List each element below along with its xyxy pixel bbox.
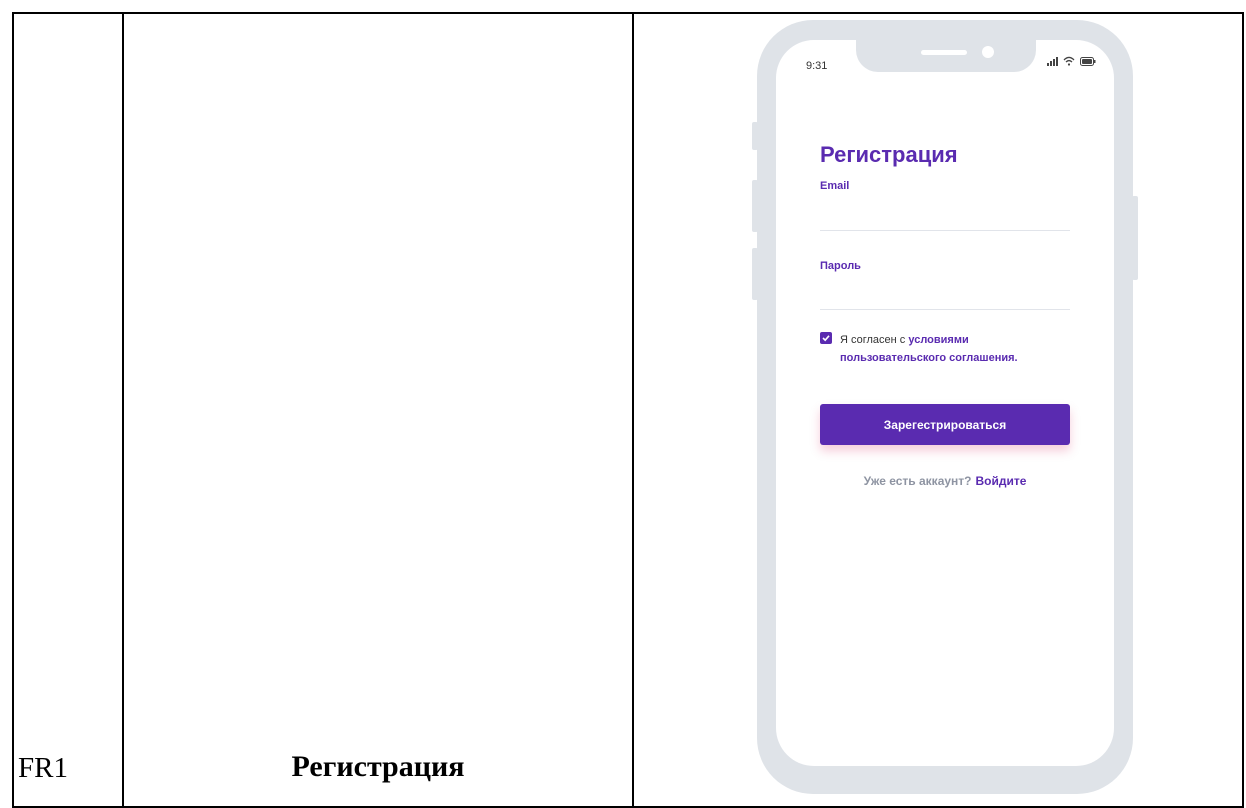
- login-prompt-row: Уже есть аккаунт? Войдите: [776, 474, 1114, 488]
- email-field[interactable]: [820, 206, 1070, 231]
- wifi-icon: [1063, 56, 1075, 66]
- table-border-top: [12, 12, 1244, 14]
- status-icons: [1047, 56, 1096, 66]
- agree-checkbox[interactable]: [820, 332, 832, 344]
- table-divider-2: [632, 12, 634, 808]
- agree-text: Я согласен с условиями пользовательского…: [840, 331, 1070, 367]
- login-link[interactable]: Войдите: [976, 474, 1027, 488]
- camera-icon: [982, 46, 994, 58]
- checkmark-icon: [822, 335, 830, 342]
- requirement-name: Регистрация: [291, 750, 465, 783]
- speaker-grille: [921, 50, 967, 55]
- battery-icon: [1080, 57, 1096, 66]
- email-label: Email: [820, 180, 850, 192]
- table-divider-1: [122, 12, 124, 808]
- status-time: 9:31: [806, 60, 828, 72]
- register-button[interactable]: Зарегестрироваться: [820, 404, 1070, 445]
- password-field[interactable]: [820, 285, 1070, 310]
- password-label: Пароль: [820, 260, 861, 272]
- table-border-left: [12, 12, 14, 808]
- phone-notch: [856, 40, 1036, 72]
- table-border-right: [1242, 12, 1244, 808]
- requirement-id: FR1: [18, 752, 68, 784]
- login-prompt: Уже есть аккаунт?: [863, 474, 972, 488]
- agree-prefix: Я согласен с: [840, 334, 909, 346]
- phone-screen: 9:31 Регистрация Email Пароль Я согласен…: [776, 40, 1114, 766]
- page-title: Регистрация: [820, 142, 958, 167]
- signal-icon: [1047, 56, 1058, 66]
